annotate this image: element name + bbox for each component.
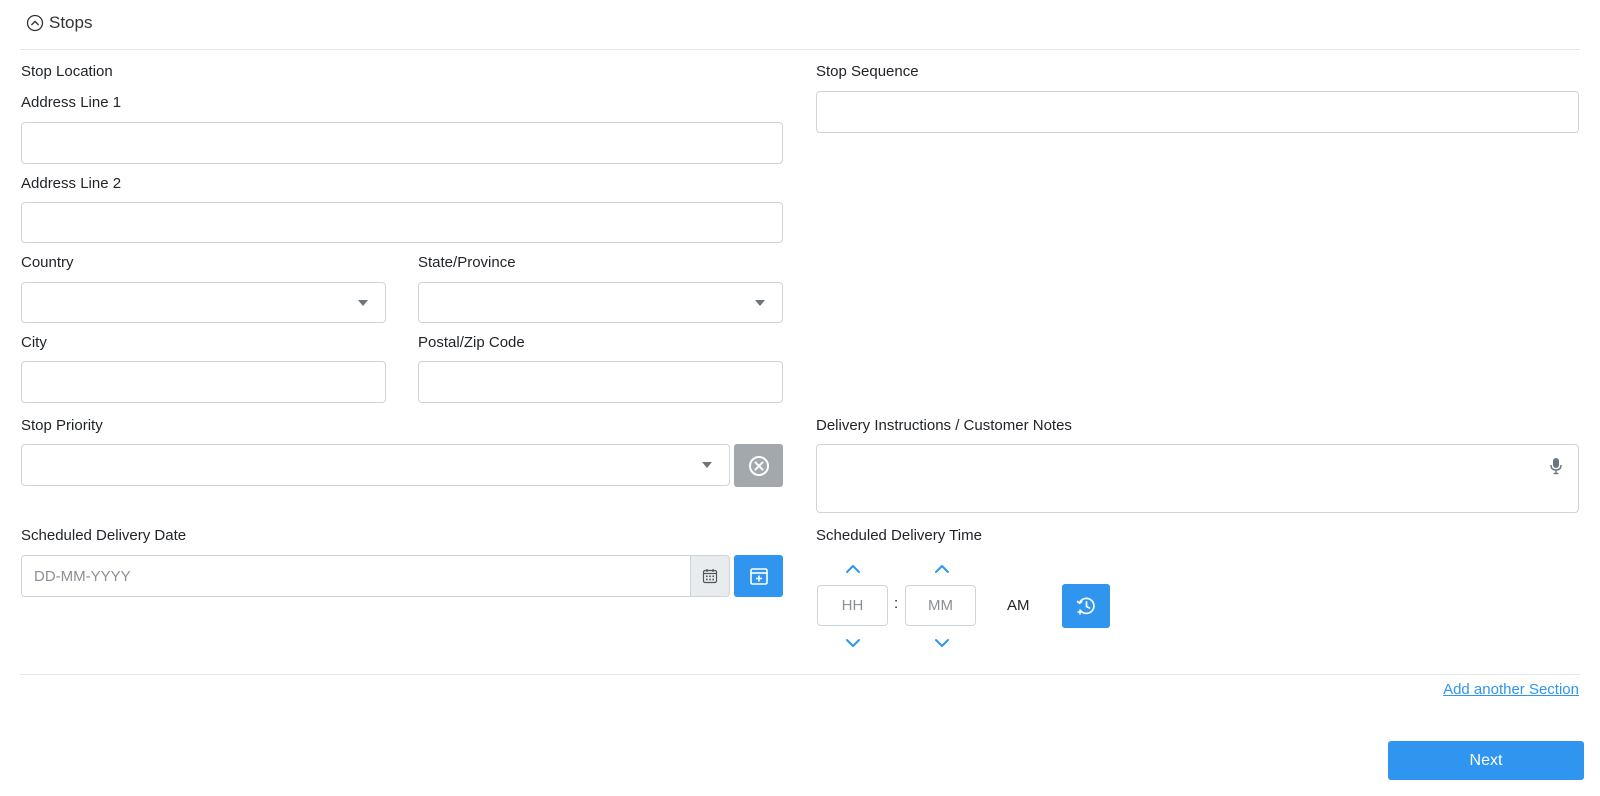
address-line-2-input[interactable] xyxy=(21,202,783,243)
add-another-section-link[interactable]: Add another Section xyxy=(1443,681,1579,698)
chevron-up-icon xyxy=(934,564,950,574)
caret-down-icon xyxy=(702,462,712,468)
address-line-1-input[interactable] xyxy=(21,122,783,164)
clock-history-icon xyxy=(1075,595,1097,617)
stop-sequence-label: Stop Sequence xyxy=(816,63,919,80)
address-line-2-label: Address Line 2 xyxy=(21,175,122,192)
hour-input[interactable]: HH xyxy=(817,585,888,626)
add-date-button[interactable] xyxy=(734,555,783,597)
country-label: Country xyxy=(21,254,74,271)
delivery-instructions-textarea[interactable] xyxy=(816,444,1579,513)
postal-zip-input[interactable] xyxy=(418,361,783,403)
calendar-icon xyxy=(702,568,718,584)
meridiem-toggle[interactable]: AM xyxy=(1007,597,1030,614)
stop-location-label: Stop Location xyxy=(21,63,113,80)
stops-panel: Stops Stop Location Address Line 1 Addre… xyxy=(0,0,1600,796)
minute-decrement-button[interactable] xyxy=(933,637,951,649)
address-line-1-label: Address Line 1 xyxy=(21,94,122,111)
country-select[interactable] xyxy=(21,282,386,323)
scheduled-delivery-date-input[interactable] xyxy=(21,555,691,597)
hour-decrement-button[interactable] xyxy=(844,637,862,649)
state-province-label: State/Province xyxy=(418,254,516,271)
date-picker-toggle[interactable] xyxy=(691,555,730,597)
hour-increment-button[interactable] xyxy=(844,563,862,575)
stop-priority-select[interactable] xyxy=(21,444,730,486)
chevron-up-circle-icon xyxy=(26,14,44,32)
section-header-stops[interactable]: Stops xyxy=(26,11,92,35)
state-province-select[interactable] xyxy=(418,282,783,323)
stop-priority-label: Stop Priority xyxy=(21,417,103,434)
city-label: City xyxy=(21,334,47,351)
time-history-button[interactable] xyxy=(1062,584,1110,628)
caret-down-icon xyxy=(358,299,368,306)
next-button[interactable]: Next xyxy=(1388,741,1584,780)
calendar-plus-icon xyxy=(749,566,769,586)
caret-down-icon xyxy=(755,299,765,306)
clear-priority-button[interactable] xyxy=(734,444,783,487)
postal-zip-label: Postal/Zip Code xyxy=(418,334,525,351)
close-circle-icon xyxy=(748,455,770,477)
delivery-instructions-label: Delivery Instructions / Customer Notes xyxy=(816,417,1072,434)
chevron-down-icon xyxy=(845,638,861,648)
time-separator: : xyxy=(894,595,899,612)
minute-input[interactable]: MM xyxy=(905,585,976,626)
minute-increment-button[interactable] xyxy=(933,563,951,575)
section-divider-bottom xyxy=(20,674,1580,675)
microphone-icon[interactable] xyxy=(1549,457,1563,475)
chevron-down-icon xyxy=(934,638,950,648)
city-input[interactable] xyxy=(21,361,386,403)
section-divider-top xyxy=(20,49,1580,50)
chevron-up-icon xyxy=(845,564,861,574)
stop-sequence-input[interactable] xyxy=(816,91,1579,133)
scheduled-delivery-date-label: Scheduled Delivery Date xyxy=(21,527,187,544)
scheduled-delivery-time-label: Scheduled Delivery Time xyxy=(816,527,982,544)
section-title: Stops xyxy=(49,13,93,32)
